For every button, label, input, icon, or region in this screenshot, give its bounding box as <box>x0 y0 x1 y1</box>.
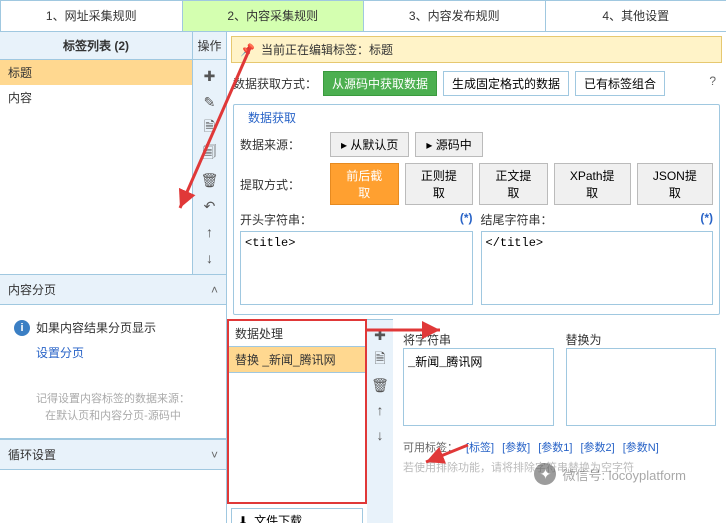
start-str-input[interactable] <box>240 231 473 305</box>
dp-up-icon[interactable]: ↑ <box>370 400 390 420</box>
info-icon: i <box>14 320 30 336</box>
tab-other-settings[interactable]: 4、其他设置 <box>545 0 726 31</box>
up-icon[interactable]: ↑ <box>200 222 220 242</box>
tag-paramN[interactable]: [参数N] <box>623 439 659 455</box>
pagination-info: 如果内容结果分页显示 <box>36 319 156 336</box>
tag-list: 标题 内容 <box>0 60 192 274</box>
data-acquire-title: 数据获取 <box>244 109 300 126</box>
tag-param1[interactable]: [参数1] <box>538 439 572 455</box>
dp-rule-replace[interactable]: 替换 _新闻_腾讯网 <box>229 347 365 372</box>
replace-to-label: 替换为 <box>566 331 717 348</box>
tab-content-rules[interactable]: 2、内容采集规则 <box>182 0 365 31</box>
method-from-source[interactable]: 从源码中获取数据 <box>323 71 437 96</box>
editing-tag-bar: 📌 当前正在编辑标签：标题 <box>231 36 722 63</box>
note-text: 记得设置内容标签的数据来源： 在默认页和内容分页-源码中 <box>14 391 212 424</box>
source-in-source[interactable]: ▸ 源码中 <box>415 132 482 157</box>
source-default-page[interactable]: ▸ 从默认页 <box>330 132 409 157</box>
edit-icon[interactable]: ✎ <box>200 92 220 112</box>
content-page-header[interactable]: 内容分页 ˄ <box>0 275 226 305</box>
extract-body[interactable]: 正文提取 <box>479 163 548 205</box>
dp-down-icon[interactable]: ↓ <box>370 425 390 445</box>
editing-tag-text: 当前正在编辑标签：标题 <box>261 41 393 58</box>
data-process-box: 数据处理 替换 _新闻_腾讯网 <box>227 319 367 504</box>
tag-list-title: 标签列表 (2) <box>0 37 192 54</box>
extract-label: 提取方式： <box>240 176 324 193</box>
delete-icon[interactable]: 🗑 <box>200 170 220 190</box>
method-tag-combo[interactable]: 已有标签组合 <box>575 71 665 96</box>
wildcard-icon[interactable]: (*) <box>700 211 713 228</box>
tag-label[interactable]: [标签] <box>466 439 494 455</box>
tab-publish-rules[interactable]: 3、内容发布规则 <box>363 0 546 31</box>
data-process-title: 数据处理 <box>229 321 365 347</box>
tag-item-content[interactable]: 内容 <box>0 85 192 110</box>
tag-param2[interactable]: [参数2] <box>580 439 614 455</box>
chevron-up-icon: ˄ <box>211 283 218 297</box>
add-icon[interactable]: ✚ <box>200 66 220 86</box>
available-tags-label: 可用标签： <box>403 439 458 455</box>
tab-url-rules[interactable]: 1、网址采集规则 <box>0 0 183 31</box>
end-str-label: 结尾字符串： <box>481 211 553 228</box>
tag-ops-header: 操作 <box>192 32 226 59</box>
tag-ops-column: ✚ ✎ 🗎 🗐 🗑 ↶ ↑ ↓ <box>192 60 226 274</box>
wildcard-icon[interactable]: (*) <box>460 211 473 228</box>
extract-regex[interactable]: 正则提取 <box>405 163 474 205</box>
file-download-button[interactable]: ⬇文件下载 <box>231 508 363 523</box>
replace-to-input[interactable] <box>566 348 717 426</box>
method-label: 数据获取方式： <box>233 75 317 92</box>
hint-text: 若使用排除功能，请将排除字符串替换为空字符 <box>403 459 716 475</box>
source-label: 数据来源： <box>240 136 324 153</box>
undo-icon[interactable]: ↶ <box>200 196 220 216</box>
extract-xpath[interactable]: XPath提取 <box>554 163 631 205</box>
copy-icon[interactable]: 🗎 <box>200 118 220 138</box>
replace-from-input[interactable] <box>403 348 554 426</box>
dp-ops-column: ✚ 🗎 🗑 ↑ ↓ <box>367 319 393 523</box>
start-str-label: 开头字符串： <box>240 211 312 228</box>
paste-icon[interactable]: 🗐 <box>200 144 220 164</box>
dp-delete-icon[interactable]: 🗑 <box>370 375 390 395</box>
tag-item-title[interactable]: 标题 <box>0 60 192 85</box>
dp-rule-list[interactable] <box>229 372 365 502</box>
extract-json[interactable]: JSON提取 <box>637 163 713 205</box>
set-pagination-link[interactable]: 设置分页 <box>36 344 212 361</box>
replace-from-label: 将字符串 <box>403 331 554 348</box>
dp-copy-icon[interactable]: 🗎 <box>370 350 390 370</box>
help-icon[interactable]: ? <box>709 74 716 88</box>
pin-icon: 📌 <box>240 43 255 57</box>
left-panel: 标签列表 (2) 操作 标题 内容 ✚ ✎ 🗎 🗐 🗑 ↶ ↑ ↓ 内容分页 ˄ <box>0 32 227 523</box>
step-tabs: 1、网址采集规则 2、内容采集规则 3、内容发布规则 4、其他设置 <box>0 0 726 32</box>
chevron-down-icon: ˅ <box>211 448 218 462</box>
method-fixed-format[interactable]: 生成固定格式的数据 <box>443 71 569 96</box>
extract-cut[interactable]: 前后截取 <box>330 163 399 205</box>
loop-header[interactable]: 循环设置 ˅ <box>0 440 226 470</box>
right-panel: 📌 当前正在编辑标签：标题 ? 数据获取方式： 从源码中获取数据 生成固定格式的… <box>227 32 726 523</box>
end-str-input[interactable] <box>481 231 714 305</box>
dp-add-icon[interactable]: ✚ <box>370 325 390 345</box>
tag-param[interactable]: [参数] <box>502 439 530 455</box>
down-icon[interactable]: ↓ <box>200 248 220 268</box>
